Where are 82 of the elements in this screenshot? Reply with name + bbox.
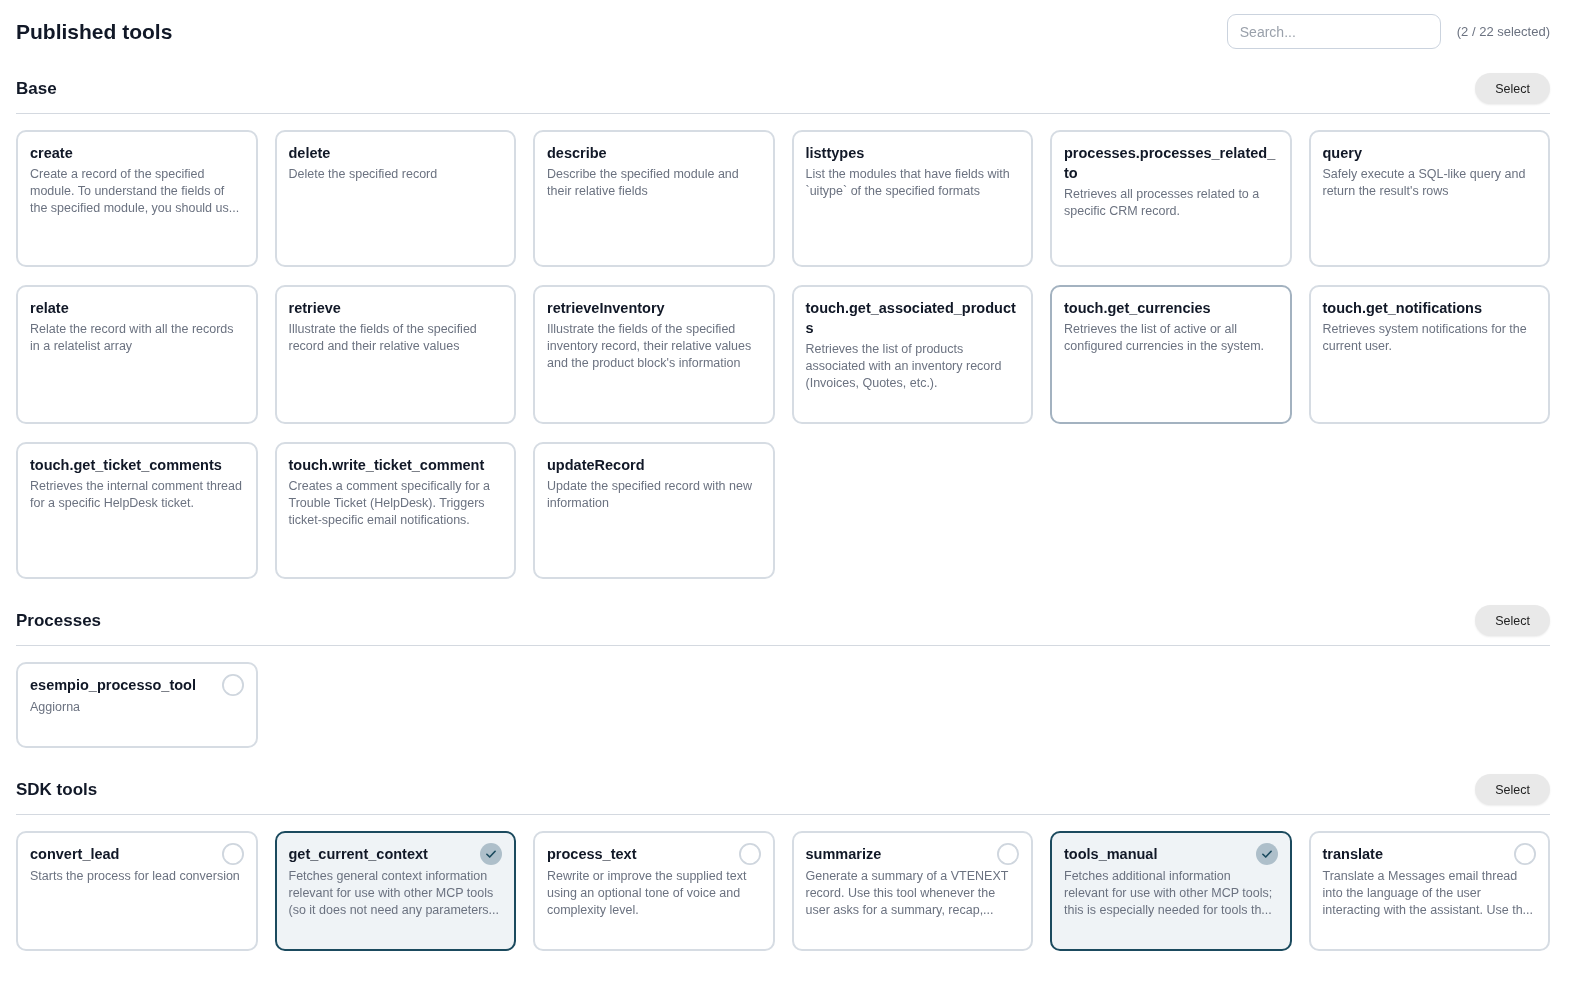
tool-name: touch.get_associated_products bbox=[805, 299, 1017, 338]
tool-card[interactable]: processes.processes_related_to Retrieves all processes related to a specific CRM record. bbox=[1050, 130, 1292, 267]
tool-checkbox[interactable] bbox=[738, 843, 761, 865]
tool-name: process_text bbox=[547, 845, 637, 864]
tool-description: Describe the specified module and their relative fields bbox=[547, 166, 740, 200]
tool-card[interactable]: get_current_context Fetches general context information relevant for use with other MCP tools (so it does not need any parameters... bbox=[274, 831, 516, 951]
tool-name: retrieve bbox=[288, 299, 341, 318]
tool-name: touch.get_notifications bbox=[1322, 299, 1482, 318]
tool-description: Retrieves all processes related to a specific CRM record. bbox=[1064, 186, 1261, 220]
tool-card[interactable]: touch.get_currencies Retrieves the list of active or all configured currencies in the system. bbox=[1050, 285, 1292, 424]
tool-checkbox[interactable] bbox=[1255, 843, 1278, 865]
tool-card[interactable]: updateRecord Update the specified record with new information bbox=[533, 442, 775, 579]
tool-description: Retrieves the list of active or all configured currencies in the system. bbox=[1064, 321, 1266, 355]
tool-description: Illustrate the fields of the specified inventory record, their relative values and the product block's information bbox=[547, 321, 753, 372]
tool-description: Illustrate the fields of the specified record and their relative values bbox=[288, 321, 478, 355]
tool-card[interactable]: touch.write_ticket_comment Creates a comment specifically for a Trouble Ticket (HelpDesk). Triggers ticket-specific email notifications. bbox=[274, 442, 516, 579]
tool-name: relate bbox=[30, 299, 69, 318]
tool-description: Create a record of the specified module. To understand the fields of the specified module, you should us... bbox=[30, 166, 241, 217]
tool-card[interactable]: touch.get_associated_products Retrieves the list of products associated with an inventory record (Invoices, Quotes, etc.). bbox=[791, 285, 1033, 424]
tool-description: Retrieves system notifications for the current user. bbox=[1322, 321, 1528, 355]
tool-description: Generate a summary of a VTENEXT record. Use this tool whenever the user asks for a summary, recap,... bbox=[805, 868, 1010, 919]
tool-name: updateRecord bbox=[547, 456, 645, 475]
page-title: Published tools bbox=[16, 19, 173, 44]
tool-card[interactable]: delete Delete the specified record bbox=[274, 130, 516, 267]
tool-name: tools_manual bbox=[1064, 845, 1158, 864]
section-title: Base bbox=[16, 78, 57, 99]
tool-description: Rewrite or improve the supplied text using an optional tone of voice and complexity level. bbox=[547, 868, 748, 919]
tool-description: Update the specified record with new information bbox=[547, 478, 753, 512]
tool-description: List the modules that have fields with `uitype` of the specified formats bbox=[805, 166, 1011, 200]
tool-card[interactable]: listtypes List the modules that have fields with `uitype` of the specified formats bbox=[791, 130, 1033, 267]
tool-card[interactable]: touch.get_ticket_comments Retrieves the internal comment thread for a specific HelpDesk ticket. bbox=[16, 442, 258, 579]
tool-card[interactable]: process_text Rewrite or improve the supplied text using an optional tone of voice and complexity level. bbox=[533, 831, 775, 951]
tool-description: Fetches additional information relevant for use with other MCP tools; this is especially needed for tools th... bbox=[1064, 868, 1274, 919]
tool-card[interactable]: touch.get_notifications Retrieves system notifications for the current user. bbox=[1308, 285, 1550, 424]
tool-name: create bbox=[30, 144, 73, 163]
tool-name: convert_lead bbox=[30, 845, 120, 864]
tool-card[interactable]: relate Relate the record with all the records in a relatelist array bbox=[16, 285, 258, 424]
tool-description: Starts the process for lead conversion bbox=[30, 868, 241, 885]
tool-description: Aggiorna bbox=[30, 699, 82, 716]
tool-description: Fetches general context information relevant for use with other MCP tools (so it does not need any parameters... bbox=[288, 868, 501, 919]
tool-card[interactable]: retrieve Illustrate the fields of the specified record and their relative values bbox=[274, 285, 516, 424]
tool-card[interactable]: query Safely execute a SQL-like query and return the result's rows bbox=[1308, 130, 1550, 267]
tool-card[interactable]: translate Translate a Messages email thread into the language of the user interacting with the assistant. Use th... bbox=[1308, 831, 1550, 951]
tool-checkbox[interactable] bbox=[997, 843, 1019, 865]
tool-name: query bbox=[1322, 144, 1362, 163]
tool-checkbox[interactable] bbox=[221, 674, 244, 696]
tool-checkbox[interactable] bbox=[221, 843, 244, 865]
tool-checkbox[interactable] bbox=[1514, 843, 1536, 865]
tool-name: retrieveInventory bbox=[547, 299, 665, 318]
tool-checkbox[interactable] bbox=[480, 843, 502, 865]
tool-card[interactable]: describe Describe the specified module and their relative fields bbox=[533, 130, 775, 267]
search-field[interactable]: Search... bbox=[1226, 14, 1441, 49]
tool-name: touch.write_ticket_comment bbox=[288, 456, 485, 475]
tool-card[interactable]: tools_manual Fetches additional information relevant for use with other MCP tools; this is especially needed for tools th... bbox=[1050, 831, 1292, 951]
tool-name: esempio_processo_tool bbox=[30, 676, 196, 695]
tool-description: Translate a Messages email thread into the language of the user interacting with the assistant. Use th... bbox=[1322, 868, 1535, 919]
selection-count: (2 / 22 selected) bbox=[1456, 24, 1550, 39]
select-button[interactable]: Select bbox=[1475, 605, 1550, 636]
tool-name: translate bbox=[1322, 845, 1383, 864]
tool-card[interactable]: esempio_processo_tool Aggiorna bbox=[16, 662, 258, 748]
tool-description: Safely execute a SQL-like query and return the result's rows bbox=[1322, 166, 1527, 200]
tool-name: describe bbox=[547, 144, 607, 163]
tool-card[interactable]: retrieveInventory Illustrate the fields of the specified inventory record, their relative values and the product block's information bbox=[533, 285, 775, 424]
tool-description: Retrieves the internal comment thread for a specific HelpDesk ticket. bbox=[30, 478, 243, 512]
tool-description: Delete the specified record bbox=[288, 166, 439, 183]
tool-description: Relate the record with all the records in a relatelist array bbox=[30, 321, 235, 355]
tool-name: processes.processes_related_to bbox=[1064, 144, 1277, 183]
select-button[interactable]: Select bbox=[1475, 73, 1550, 104]
tool-description: Retrieves the list of products associated with an inventory record (Invoices, Quotes, etc.). bbox=[805, 341, 1003, 392]
select-button[interactable]: Select bbox=[1475, 774, 1550, 805]
tool-name: delete bbox=[288, 144, 331, 163]
tool-name: get_current_context bbox=[288, 845, 428, 864]
tool-name: listtypes bbox=[805, 144, 865, 163]
section-title: SDK tools bbox=[16, 779, 98, 800]
tool-name: summarize bbox=[805, 845, 882, 864]
tool-description: Creates a comment specifically for a Trouble Ticket (HelpDesk). Triggers ticket-specific email notifications. bbox=[288, 478, 491, 529]
tool-card[interactable]: convert_lead Starts the process for lead conversion bbox=[16, 831, 258, 951]
tool-card[interactable]: summarize Generate a summary of a VTENEXT record. Use this tool whenever the user asks for a summary, recap,... bbox=[791, 831, 1033, 951]
section-title: Processes bbox=[16, 610, 102, 631]
tool-name: touch.get_currencies bbox=[1064, 299, 1211, 318]
tool-name: touch.get_ticket_comments bbox=[30, 456, 222, 475]
tool-card[interactable]: create Create a record of the specified module. To understand the fields of the specified module, you should us... bbox=[16, 130, 258, 267]
